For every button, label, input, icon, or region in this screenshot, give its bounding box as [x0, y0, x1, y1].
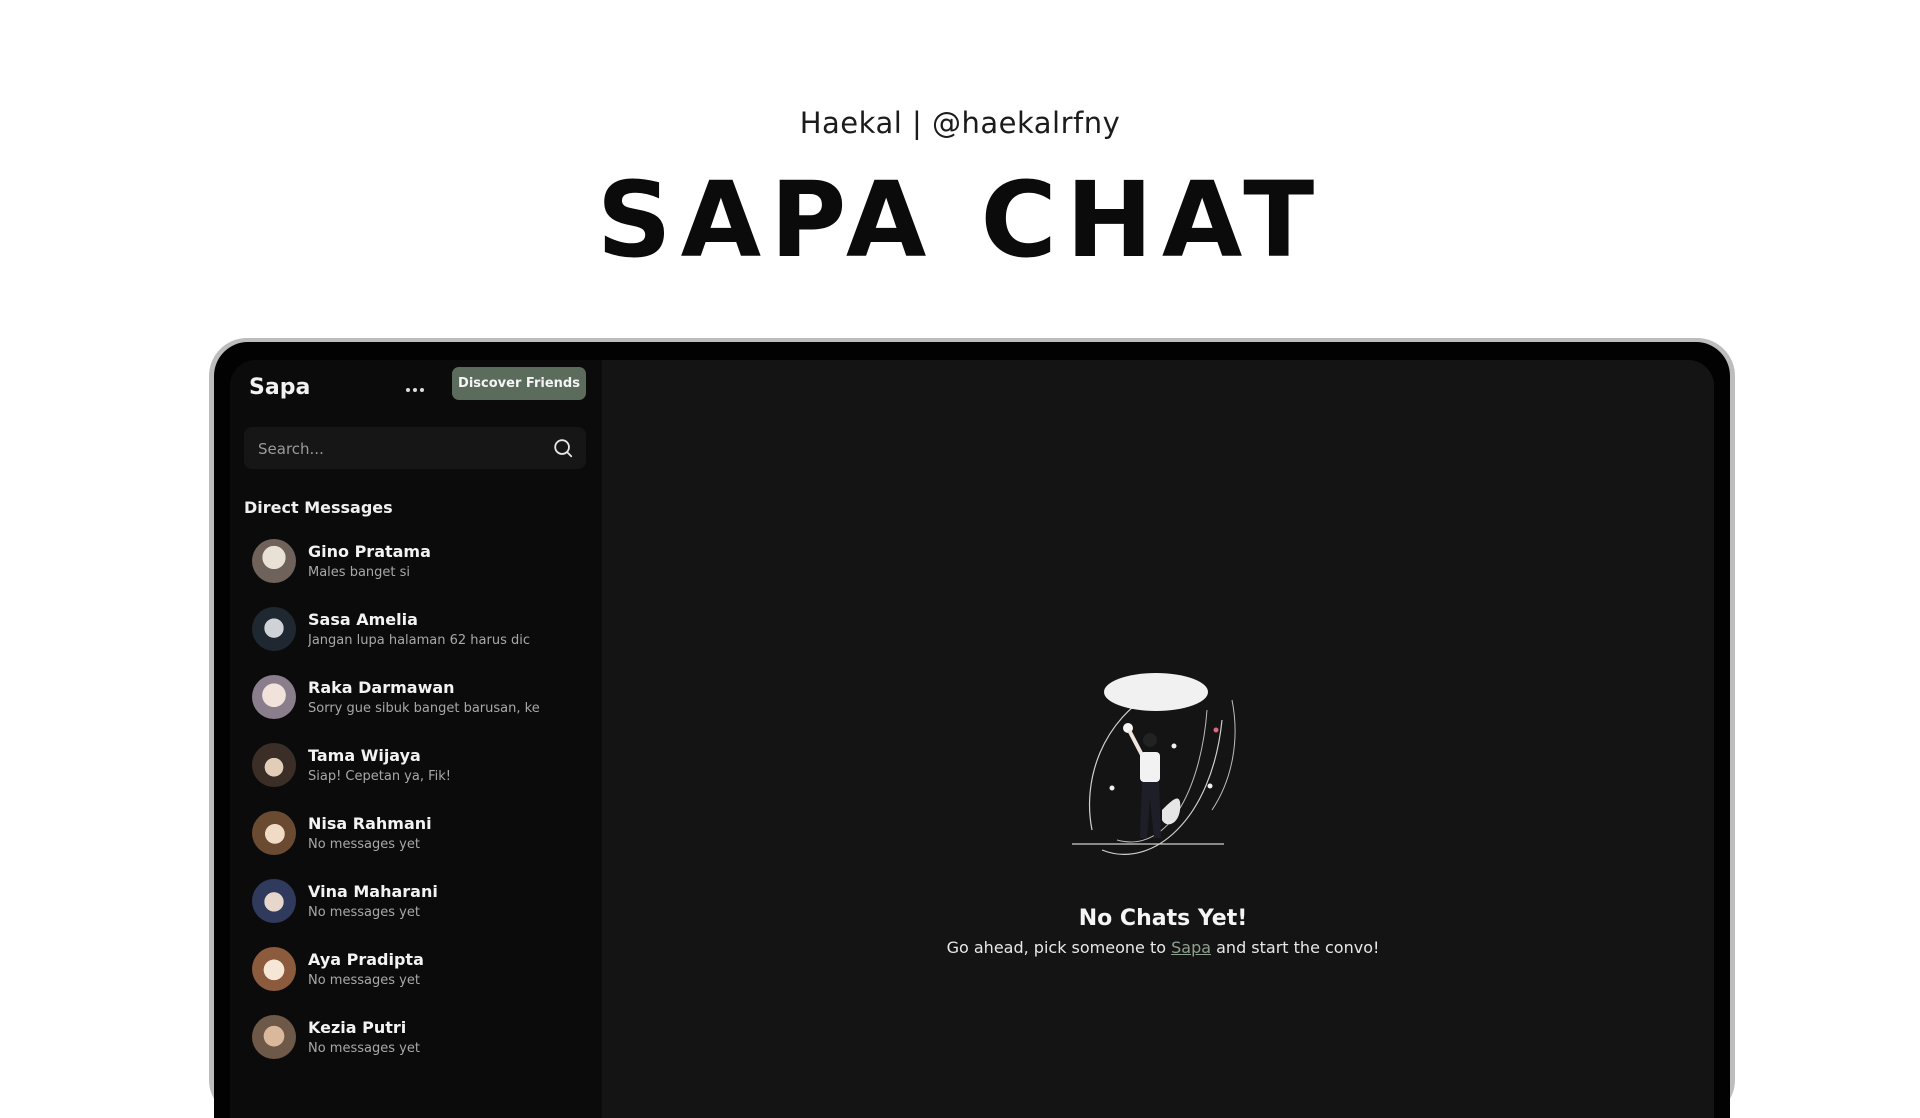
- section-direct-messages: Direct Messages: [244, 498, 393, 517]
- headline: SAPA CHAT: [596, 159, 1324, 281]
- app-title: Sapa: [249, 375, 311, 400]
- empty-state-title: No Chats Yet!: [1078, 906, 1248, 931]
- list-item[interactable]: Vina Maharani No messages yet: [230, 870, 602, 938]
- search-input[interactable]: [256, 427, 540, 471]
- message-preview: No messages yet: [308, 1041, 420, 1056]
- chat-main-panel: No Chats Yet! Go ahead, pick someone to …: [602, 360, 1714, 1118]
- list-item[interactable]: Gino Pratama Males banget si: [230, 530, 602, 598]
- more-options-icon[interactable]: [402, 380, 428, 400]
- avatar: [252, 1015, 296, 1059]
- empty-chat-illustration: [1072, 673, 1236, 855]
- list-item[interactable]: Sasa Amelia Jangan lupa halaman 62 harus…: [230, 598, 602, 666]
- search-box: [244, 427, 586, 471]
- avatar: [252, 811, 296, 855]
- message-preview: Siap! Cepetan ya, Fik!: [308, 769, 451, 784]
- dot: [413, 388, 417, 392]
- app-screen: Sapa Discover Friends Direct Messages: [230, 360, 1714, 1118]
- message-preview: No messages yet: [308, 837, 420, 852]
- laptop-bezel-inner: Sapa Discover Friends Direct Messages: [214, 342, 1730, 1118]
- contact-name: Kezia Putri: [308, 1018, 407, 1037]
- sapa-link[interactable]: Sapa: [1171, 938, 1211, 957]
- list-item[interactable]: Tama Wijaya Siap! Cepetan ya, Fik!: [230, 734, 602, 802]
- avatar: [252, 879, 296, 923]
- contact-name: Sasa Amelia: [308, 610, 418, 629]
- list-item[interactable]: Aya Pradipta No messages yet: [230, 938, 602, 1006]
- message-preview: Jangan lupa halaman 62 harus dic: [308, 633, 530, 648]
- avatar: [252, 607, 296, 651]
- avatar: [252, 675, 296, 719]
- dot: [406, 388, 410, 392]
- list-item[interactable]: Nisa Rahmani No messages yet: [230, 802, 602, 870]
- empty-text-before: Go ahead, pick someone to: [946, 938, 1172, 957]
- list-item[interactable]: Raka Darmawan Sorry gue sibuk banget bar…: [230, 666, 602, 734]
- message-preview: Sorry gue sibuk banget barusan, ke: [308, 701, 540, 716]
- discover-friends-button[interactable]: Discover Friends: [452, 367, 586, 400]
- message-preview: Males banget si: [308, 565, 411, 580]
- empty-text-after: and start the convo!: [1211, 938, 1380, 957]
- dot: [420, 388, 424, 392]
- message-preview: No messages yet: [308, 905, 420, 920]
- contact-name: Tama Wijaya: [308, 746, 421, 765]
- contact-name: Nisa Rahmani: [308, 814, 432, 833]
- avatar: [252, 539, 296, 583]
- avatar: [252, 743, 296, 787]
- sidebar: Sapa Discover Friends Direct Messages: [230, 360, 602, 1118]
- list-item[interactable]: Kezia Putri No messages yet: [230, 1006, 602, 1074]
- avatar: [252, 947, 296, 991]
- byline: Haekal | @haekalrfny: [799, 106, 1121, 140]
- empty-state-text: Go ahead, pick someone to Sapa and start…: [602, 938, 1714, 957]
- contact-name: Raka Darmawan: [308, 678, 455, 697]
- dm-list: Gino Pratama Males banget si Sasa Amelia…: [230, 530, 602, 1074]
- contact-name: Aya Pradipta: [308, 950, 424, 969]
- laptop-bezel: Sapa Discover Friends Direct Messages: [209, 338, 1735, 1118]
- contact-name: Vina Maharani: [308, 882, 438, 901]
- message-preview: No messages yet: [308, 973, 420, 988]
- search-icon[interactable]: [552, 437, 574, 459]
- contact-name: Gino Pratama: [308, 542, 431, 561]
